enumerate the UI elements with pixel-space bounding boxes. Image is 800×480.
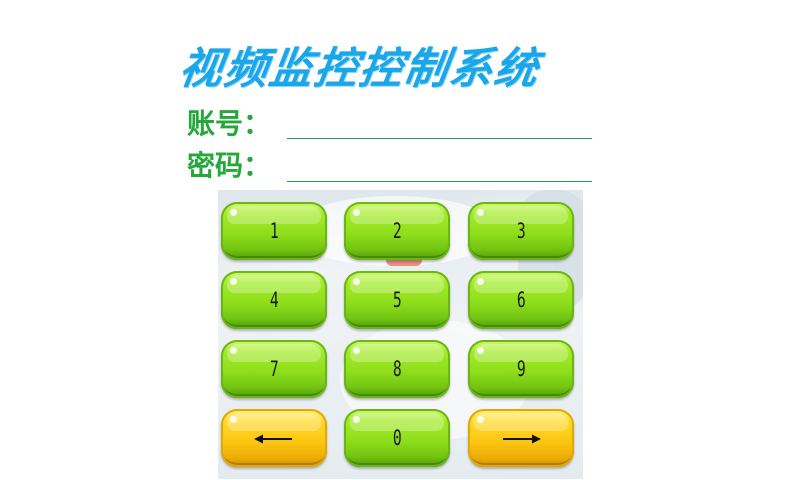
key-1-button[interactable]: 1 [221,202,327,260]
key-label: 7 [269,357,279,381]
key-label: 9 [516,357,526,381]
key-label: 0 [392,426,402,450]
key-label: 8 [392,357,402,381]
key-label: 5 [392,288,402,312]
left-arrow-icon [254,426,294,450]
key-label: 4 [269,288,279,312]
page-title: 视频监控控制系统 [175,44,543,94]
login-screen: 视频监控控制系统 账号： 密码： 1 2 3 4 5 6 7 8 9 0 [0,0,800,480]
key-0-button[interactable]: 0 [344,409,450,467]
key-7-button[interactable]: 7 [221,340,327,398]
key-4-button[interactable]: 4 [221,271,327,329]
account-label: 账号： [187,107,272,140]
key-9-button[interactable]: 9 [468,340,574,398]
key-8-button[interactable]: 8 [344,340,450,398]
key-6-button[interactable]: 6 [468,271,574,329]
account-input[interactable] [287,115,592,139]
numeric-keypad: 1 2 3 4 5 6 7 8 9 0 [218,190,583,479]
key-label: 3 [516,219,526,243]
password-input[interactable] [287,158,592,182]
key-2-button[interactable]: 2 [344,202,450,260]
key-label: 6 [516,288,526,312]
key-label: 2 [392,219,402,243]
key-label: 1 [269,219,279,243]
enter-button[interactable] [468,409,574,467]
password-label: 密码： [187,149,272,182]
key-3-button[interactable]: 3 [468,202,574,260]
key-5-button[interactable]: 5 [344,271,450,329]
backspace-button[interactable] [221,409,327,467]
right-arrow-icon [501,426,541,450]
